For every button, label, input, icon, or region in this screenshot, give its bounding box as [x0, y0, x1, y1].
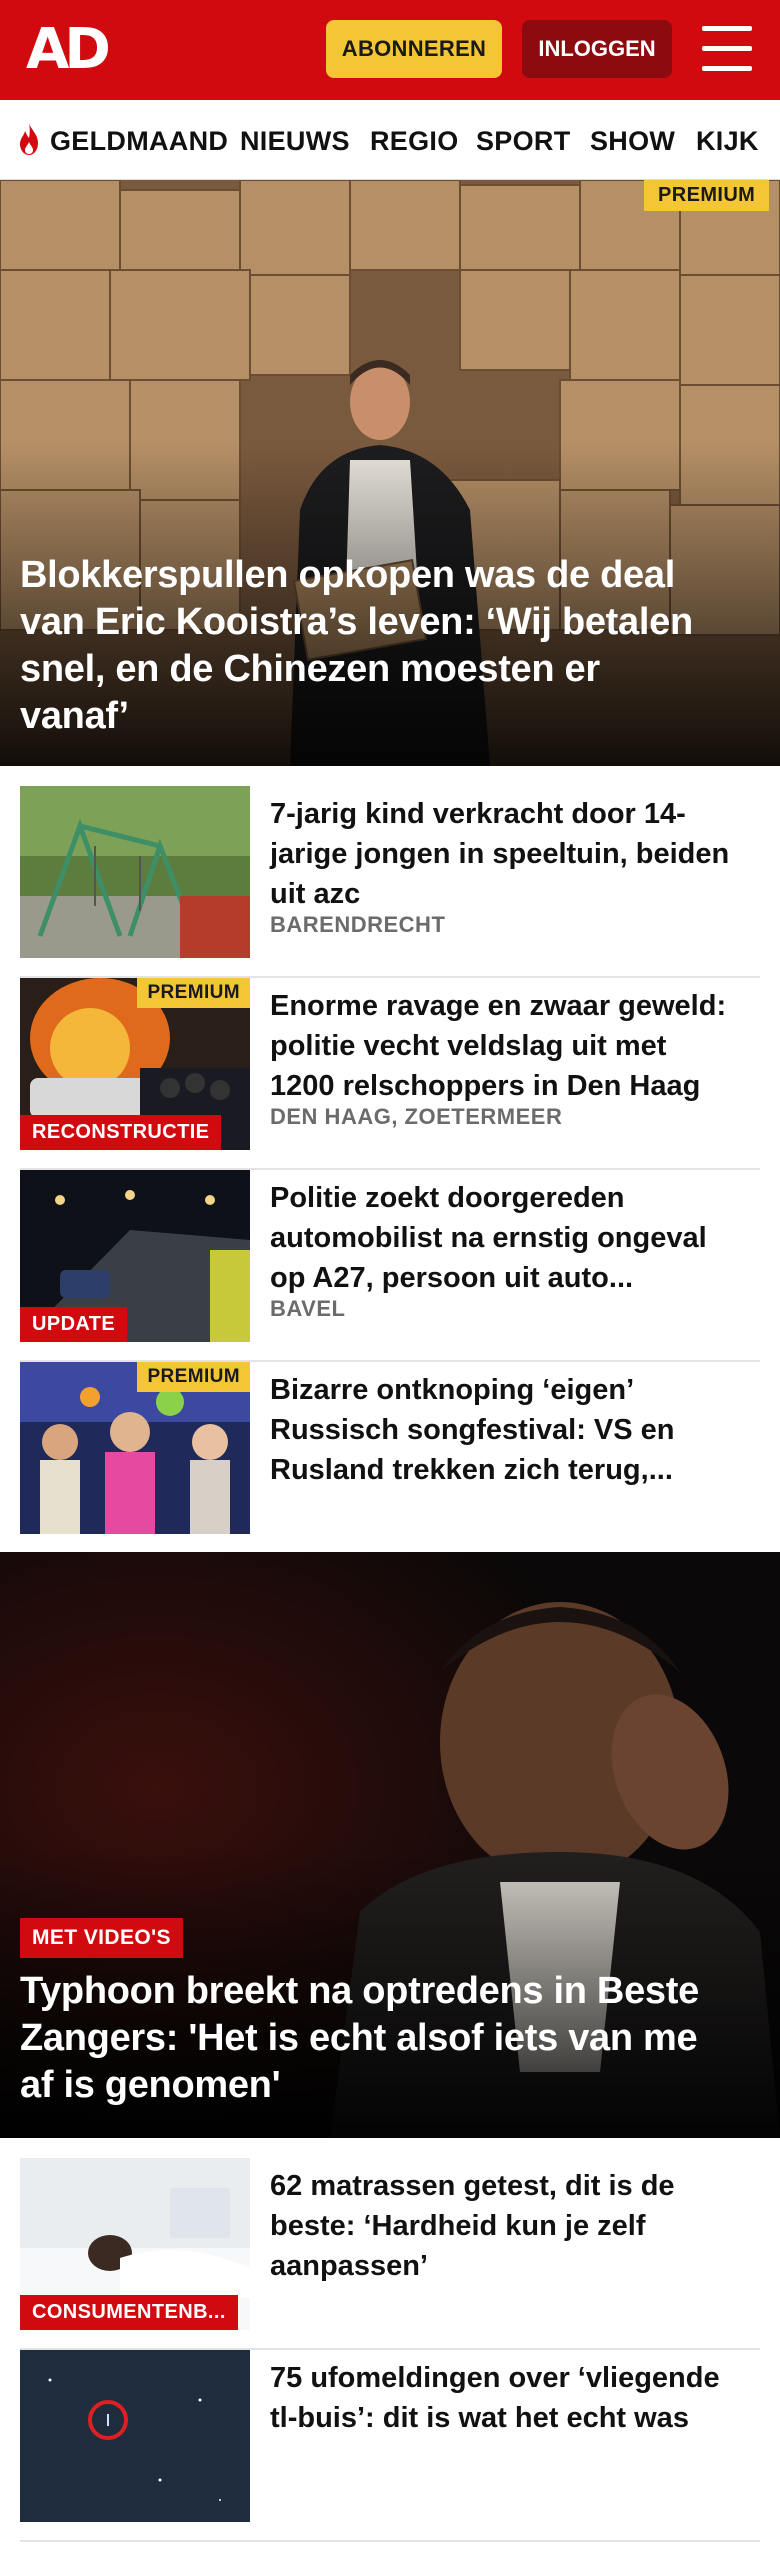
article-title[interactable]: Enorme ravage en zwaar geweld: politie v…	[270, 986, 760, 1106]
hero-title-line: Zangers: 'Het is echt alsof iets van me	[20, 2017, 698, 2059]
article-title[interactable]: Bizarre ontknoping ‘eigen’ Russisch song…	[270, 1370, 760, 1490]
title-line: 7-jarig kind verkracht door 14-	[270, 798, 686, 830]
hero-title[interactable]: Blokkerspullen opkopen was de deal van E…	[20, 552, 693, 740]
article-label: CONSUMENTENB...	[20, 2295, 238, 2330]
title-line: Rusland trekken zich terug,...	[270, 1454, 673, 1486]
thumbnail-songfestival: PREMIUM	[20, 1362, 250, 1534]
article-location: BARENDRECHT	[270, 912, 446, 937]
hero-title-line: Typhoon breekt na optredens in Beste	[20, 1970, 699, 2012]
article-label: UPDATE	[20, 1307, 128, 1342]
article-title[interactable]: Politie zoekt doorgereden automobilist n…	[270, 1178, 760, 1298]
list-item[interactable]: UPDATE Politie zoekt doorgereden automob…	[20, 1170, 760, 1362]
article-title[interactable]: 62 matrassen getest, dit is de beste: ‘H…	[270, 2166, 760, 2286]
hero-title-line: van Eric Kooistra’s leven: ‘Wij betalen	[20, 601, 693, 643]
hero-article-blokker[interactable]: PREMIUM Blokkerspullen opkopen was de de…	[0, 180, 780, 766]
list-item[interactable]: PREMIUM Bizarre ontknoping ‘eigen’ Russi…	[20, 1362, 760, 1554]
article-title[interactable]: 75 ufomeldingen over ‘vliegende tl-buis’…	[270, 2358, 760, 2438]
hero-title-line: vanaf’	[20, 695, 129, 737]
hero-article-typhoon[interactable]: Typhoon breekt na optredens in Beste Zan…	[0, 1552, 780, 2138]
subscribe-button[interactable]: ABONNEREN	[326, 20, 502, 78]
thumbnail-ufo-sky	[20, 2350, 250, 2522]
thumbnail-mattress: CONSUMENTENB...	[20, 2158, 250, 2330]
title-line: automobilist na ernstig ongeval	[270, 1222, 707, 1254]
title-line: jarige jongen in speeltuin, beiden	[270, 838, 730, 870]
top-bar: AD ABONNEREN INLOGGEN	[0, 0, 780, 100]
hero-title-line: af is genomen'	[20, 2064, 281, 2106]
article-location: DEN HAAG, ZOETERMEER	[270, 1104, 563, 1129]
title-line: aanpassen’	[270, 2250, 428, 2282]
article-location: BAVEL	[270, 1296, 346, 1321]
thumbnail-playground	[20, 786, 250, 958]
premium-badge: PREMIUM	[137, 1362, 250, 1392]
hero-title-line: Blokkerspullen opkopen was de deal	[20, 554, 675, 596]
title-line: Bizarre ontknoping ‘eigen’	[270, 1374, 635, 1406]
login-button[interactable]: INLOGGEN	[522, 20, 672, 78]
nav-item-geldmaand[interactable]: GELDMAAND	[50, 126, 228, 157]
list-item[interactable]: CONSUMENTENB... 62 matrassen getest, dit…	[20, 2158, 760, 2350]
nav-item-regio[interactable]: REGIO	[370, 126, 459, 157]
article-title[interactable]: 7-jarig kind verkracht door 14- jarige j…	[270, 794, 760, 914]
list-item[interactable]: 75 ufomeldingen over ‘vliegende tl-buis’…	[20, 2350, 760, 2542]
hero-title[interactable]: Typhoon breekt na optredens in Beste Zan…	[20, 1968, 699, 2109]
hero-title-line: snel, en de Chinezen moesten er	[20, 648, 600, 690]
title-line: 1200 relschoppers in Den Haag	[270, 1070, 701, 1102]
title-line: op A27, persoon uit auto...	[270, 1262, 634, 1294]
nav-item-nieuws[interactable]: NIEUWS	[240, 126, 350, 157]
title-line: Russisch songfestival: VS en	[270, 1414, 675, 1446]
video-badge: MET VIDEO'S	[20, 1918, 183, 1958]
flame-icon	[20, 123, 38, 155]
nav-item-kijk[interactable]: KIJK	[696, 126, 759, 157]
title-line: 62 matrassen getest, dit is de	[270, 2170, 675, 2202]
premium-badge: PREMIUM	[644, 180, 770, 211]
ad-logo[interactable]: AD	[26, 22, 111, 78]
thumbnail-accident: UPDATE	[20, 1170, 250, 1342]
list-item[interactable]: PREMIUM RECONSTRUCTIE Enorme ravage en z…	[20, 978, 760, 1170]
title-line: politie vecht veldslag uit met	[270, 1030, 667, 1062]
title-line: 75 ufomeldingen over ‘vliegende	[270, 2362, 720, 2394]
thumbnail-riot: PREMIUM RECONSTRUCTIE	[20, 978, 250, 1150]
nav-item-show[interactable]: SHOW	[590, 126, 675, 157]
title-line: uit azc	[270, 878, 361, 910]
hamburger-menu-icon[interactable]	[702, 26, 752, 72]
title-line: beste: ‘Hardheid kun je zelf	[270, 2210, 646, 2242]
list-item[interactable]: 7-jarig kind verkracht door 14- jarige j…	[20, 786, 760, 978]
nav-item-sport[interactable]: SPORT	[476, 126, 571, 157]
title-line: Politie zoekt doorgereden	[270, 1182, 625, 1214]
title-line: Enorme ravage en zwaar geweld:	[270, 990, 727, 1022]
title-line: tl-buis’: dit is wat het echt was	[270, 2402, 689, 2434]
section-nav: GELDMAAND NIEUWS REGIO SPORT SHOW KIJK	[0, 100, 780, 180]
premium-badge: PREMIUM	[137, 978, 250, 1008]
article-label: RECONSTRUCTIE	[20, 1115, 222, 1150]
